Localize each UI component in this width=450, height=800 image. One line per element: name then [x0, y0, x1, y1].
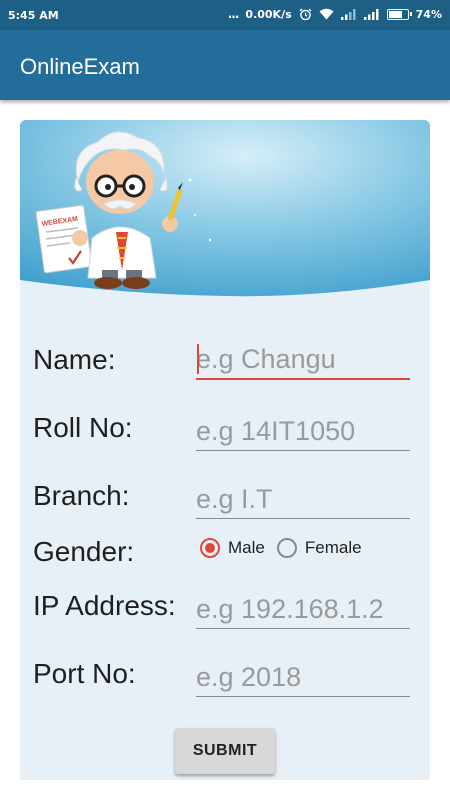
app-bar: OnlineExam	[0, 30, 450, 100]
text-cursor	[197, 344, 199, 374]
network-speed: 0.00K/s	[245, 7, 292, 21]
status-bar: 5:45 AM ... 0.00K/s 74%	[0, 0, 450, 30]
branch-field-container	[196, 480, 410, 519]
radio-female-label: Female	[304, 538, 362, 557]
ip-address-field-container	[196, 590, 410, 629]
alarm-icon	[299, 8, 312, 20]
app-title: OnlineExam	[20, 54, 140, 79]
port-no-label: Port No:	[33, 658, 136, 689]
radio-female-button[interactable]	[276, 538, 297, 558]
branch-label: Branch:	[33, 480, 130, 511]
name-label: Name:	[33, 344, 116, 375]
radio-male-label: Male	[228, 538, 265, 557]
status-icons: ... 0.00K/s 74%	[228, 7, 442, 21]
ip-address-input[interactable]	[196, 590, 410, 628]
battery-percent: 74%	[415, 7, 442, 21]
submit-button[interactable]: SUBMIT	[175, 728, 275, 774]
gender-label: Gender:	[33, 536, 135, 567]
radio-female[interactable]: Female	[276, 538, 362, 558]
form-card: WEBEXAM Name: e.g Changu Roll No: e.g 14…	[20, 120, 430, 780]
battery-icon	[386, 8, 412, 20]
port-no-field-container	[196, 658, 410, 697]
radio-male-button[interactable]	[200, 538, 220, 558]
name-field-container	[196, 340, 410, 380]
radio-male[interactable]: Male	[200, 538, 265, 558]
signal-icon	[340, 9, 356, 20]
branch-input[interactable]	[196, 480, 410, 518]
roll-no-input[interactable]	[196, 412, 410, 450]
roll-no-field-container	[196, 412, 410, 451]
more-dots: ...	[227, 7, 240, 21]
banner-image: WEBEXAM	[20, 120, 430, 297]
gender-radio-group: Male Female	[200, 538, 374, 558]
port-no-input[interactable]	[196, 658, 410, 696]
ip-address-label: IP Address:	[33, 590, 176, 621]
roll-no-label: Roll No:	[33, 412, 133, 443]
name-input[interactable]	[196, 340, 410, 378]
status-time: 5:45 AM	[8, 9, 59, 22]
wifi-icon	[319, 8, 334, 20]
signal-icon	[363, 9, 379, 20]
